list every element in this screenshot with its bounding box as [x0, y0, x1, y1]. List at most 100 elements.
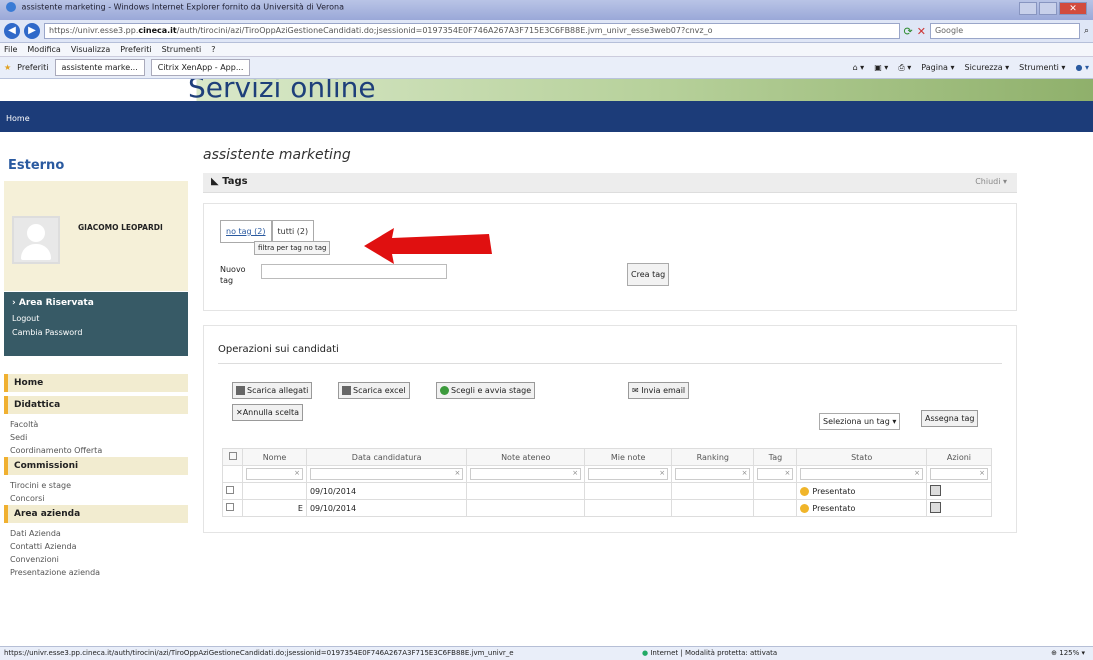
search-input[interactable]: Google — [929, 23, 1080, 39]
user-name: GIACOMO LEOPARDI — [78, 223, 163, 232]
col-stato[interactable]: Stato — [796, 448, 927, 466]
menu-commissioni[interactable]: Commissioni — [4, 457, 188, 475]
tag-filter-tutti[interactable]: tutti (2) — [271, 220, 315, 243]
tab-citrix[interactable]: Citrix XenApp - App... — [150, 59, 251, 76]
col-azioni[interactable]: Azioni — [925, 448, 993, 466]
print-icon[interactable]: ⎙ ▾ — [898, 63, 911, 73]
help-icon[interactable]: ● ▾ — [1075, 63, 1089, 73]
view-details-icon[interactable] — [929, 501, 941, 513]
filter-cell[interactable]: × — [466, 465, 586, 483]
filter-cell[interactable]: × — [753, 465, 798, 483]
cell-azioni — [925, 499, 993, 517]
header-select[interactable] — [222, 448, 243, 466]
cambia-password-link[interactable]: Cambia Password — [12, 328, 180, 337]
nav-home-link[interactable]: Home — [6, 114, 30, 123]
scegli-avvia-button[interactable]: Scegli e avvia stage — [436, 382, 536, 399]
search-icon[interactable]: ⌕ — [1084, 26, 1089, 36]
tags-header[interactable]: ◣ Tags Chiudi ▾ — [203, 173, 1017, 193]
window-controls: ✕ — [1019, 2, 1087, 15]
scarica-excel-button[interactable]: Scarica excel — [338, 382, 410, 399]
row-checkbox[interactable] — [226, 503, 234, 511]
stop-icon[interactable]: ✕ — [917, 25, 926, 38]
col-mie-note[interactable]: Mie note — [584, 448, 673, 466]
feeds-icon[interactable]: ▣ ▾ — [874, 63, 888, 73]
filter-cell[interactable]: × — [305, 465, 468, 483]
col-nome[interactable]: Nome — [242, 448, 307, 466]
site-banner: Servizi online — [0, 79, 1093, 104]
seleziona-tag-select[interactable]: Seleziona un tag ▾ — [819, 413, 901, 430]
close-button[interactable]: ✕ — [1059, 2, 1087, 15]
menu-presentazione[interactable]: Presentazione azienda — [4, 566, 188, 579]
menu-preferiti[interactable]: Preferiti — [120, 43, 151, 56]
filter-input[interactable]: × — [309, 468, 464, 480]
menu-dati-azienda[interactable]: Dati Azienda — [4, 527, 188, 540]
filter-cell[interactable]: × — [242, 465, 307, 483]
invia-email-button[interactable]: ✉ Invia email — [628, 382, 690, 399]
row-select[interactable] — [222, 499, 243, 517]
refresh-icon[interactable]: ⟳ — [904, 25, 913, 38]
pagina-menu[interactable]: Pagina ▾ — [921, 63, 954, 73]
menu-didattica[interactable]: Didattica — [4, 396, 188, 414]
menu-contatti-azienda[interactable]: Contatti Azienda — [4, 540, 188, 553]
menu-strumenti[interactable]: Strumenti — [162, 43, 202, 56]
view-details-icon[interactable] — [929, 484, 941, 496]
favorites-star-icon[interactable]: ★ — [4, 63, 11, 72]
menu-home[interactable]: Home — [4, 374, 188, 392]
tab-assistente[interactable]: assistente marke... — [54, 59, 145, 76]
assegna-tag-button[interactable]: Assegna tag — [921, 410, 979, 427]
col-note-ateneo[interactable]: Note ateneo — [466, 448, 586, 466]
menu-file[interactable]: File — [4, 43, 17, 56]
filter-input[interactable]: × — [588, 468, 669, 480]
zoom-control[interactable]: ⊕ 125% ▾ — [1051, 647, 1085, 660]
stato-label: Presentato — [812, 486, 856, 496]
annulla-scelta-button[interactable]: ✕Annulla scelta — [232, 404, 304, 421]
area-riservata-box: › Area Riservata Logout Cambia Password — [4, 292, 188, 356]
filter-input[interactable]: × — [470, 468, 582, 480]
row-select[interactable] — [222, 482, 243, 500]
menu-modifica[interactable]: Modifica — [27, 43, 60, 56]
filter-cell[interactable]: × — [584, 465, 673, 483]
tag-filter-no-tag[interactable]: no tag (2) — [220, 220, 272, 243]
maximize-button[interactable] — [1039, 2, 1057, 15]
menu-coordinamento[interactable]: Coordinamento Offerta — [4, 444, 188, 457]
filter-input[interactable]: × — [800, 468, 923, 480]
favorites-button[interactable]: Preferiti — [17, 63, 48, 72]
minimize-button[interactable] — [1019, 2, 1037, 15]
strumenti-menu[interactable]: Strumenti ▾ — [1019, 63, 1065, 73]
chiudi-toggle[interactable]: Chiudi ▾ — [975, 177, 1007, 186]
row-checkbox[interactable] — [226, 486, 234, 494]
menu-convenzioni[interactable]: Convenzioni — [4, 553, 188, 566]
scarica-allegati-button[interactable]: Scarica allegati — [232, 382, 313, 399]
nuovo-tag-input[interactable] — [261, 264, 447, 279]
menu-tirocini[interactable]: Tirocini e stage — [4, 479, 188, 492]
filter-input[interactable]: × — [757, 468, 794, 480]
ie-logo-icon — [6, 2, 16, 12]
forward-icon[interactable]: ▶ — [24, 23, 40, 39]
menu-sedi[interactable]: Sedi — [4, 431, 188, 444]
cell-note-ateneo — [466, 499, 586, 517]
menu-area-azienda[interactable]: Area azienda — [4, 505, 188, 523]
command-bar: ⌂ ▾ ▣ ▾ ⎙ ▾ Pagina ▾ Sicurezza ▾ Strumen… — [853, 63, 1089, 73]
filter-input[interactable]: × — [675, 468, 751, 480]
crea-tag-button[interactable]: Crea tag — [627, 263, 670, 286]
filter-input[interactable]: × — [246, 468, 303, 480]
filter-cell[interactable]: × — [671, 465, 755, 483]
filter-cell[interactable]: × — [925, 465, 993, 483]
col-tag[interactable]: Tag — [753, 448, 798, 466]
page-title: assistente marketing — [203, 147, 351, 163]
select-all-checkbox[interactable] — [228, 452, 237, 460]
menu-help[interactable]: ? — [211, 43, 215, 56]
url-input[interactable]: https://univr.esse3.pp.cineca.it/auth/ti… — [44, 23, 900, 39]
home-icon[interactable]: ⌂ ▾ — [853, 63, 865, 73]
back-icon[interactable]: ◀ — [4, 23, 20, 39]
col-data[interactable]: Data candidatura — [305, 448, 468, 466]
menu-concorsi[interactable]: Concorsi — [4, 492, 188, 505]
logout-link[interactable]: Logout — [12, 314, 180, 323]
col-ranking[interactable]: Ranking — [671, 448, 755, 466]
sicurezza-menu[interactable]: Sicurezza ▾ — [965, 63, 1010, 73]
candidati-table: Nome Data candidatura Note ateneo Mie no… — [222, 448, 993, 517]
menu-visualizza[interactable]: Visualizza — [71, 43, 110, 56]
menu-facolta[interactable]: Facoltà — [4, 418, 188, 431]
filter-input[interactable]: × — [929, 468, 988, 480]
filter-cell[interactable]: × — [796, 465, 927, 483]
